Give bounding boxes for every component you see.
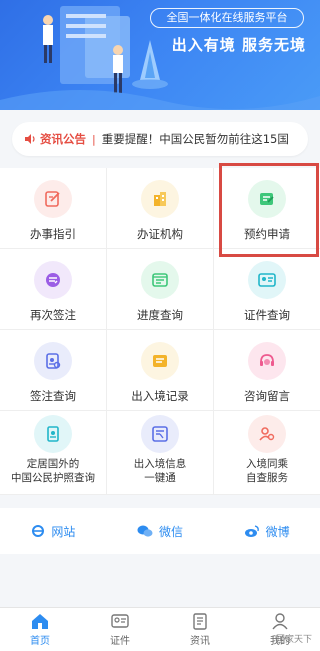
- card-icon: [111, 614, 129, 628]
- tab-news[interactable]: 资讯: [160, 608, 240, 651]
- building-icon: [141, 180, 179, 218]
- service-label: 出入境信息 一键通: [133, 458, 187, 484]
- tab-label: 首页: [30, 636, 50, 647]
- tab-label: 资讯: [190, 636, 210, 647]
- announcement-text[interactable]: 重要提醒！中国公民暂勿前往这15国: [102, 131, 289, 147]
- tab-label: 证件: [110, 636, 130, 647]
- official-links: 网站 微信 微博: [0, 508, 320, 554]
- link-weibo[interactable]: 微博: [213, 508, 320, 554]
- weibo-icon: [244, 525, 259, 537]
- service-label: 出入境记录: [131, 389, 189, 403]
- service-id-query[interactable]: 证件查询: [214, 249, 320, 329]
- service-label: 签注查询: [30, 389, 76, 403]
- service-label: 入境同乘 自查服务: [246, 458, 288, 484]
- headset-icon: [248, 342, 286, 380]
- banner-slogan: 出入有境 服务无境: [171, 36, 306, 54]
- watermark: 国家天下: [275, 635, 312, 645]
- service-visa-query[interactable]: 签注查询: [0, 330, 107, 410]
- info-hub-icon: [141, 415, 179, 453]
- top-banner[interactable]: 全国一体化在线服务平台 出入有境 服务无境: [0, 0, 320, 110]
- service-label: 咨询留言: [244, 389, 290, 403]
- service-consult[interactable]: 咨询留言: [214, 330, 320, 410]
- link-label: 微博: [265, 524, 290, 539]
- service-info-hub[interactable]: 出入境信息 一键通: [107, 411, 214, 494]
- service-record[interactable]: 出入境记录: [107, 330, 214, 410]
- passport-icon: [34, 415, 72, 453]
- speaker-icon: [25, 134, 35, 144]
- service-label: 进度查询: [137, 308, 183, 322]
- id-card-icon: [248, 261, 286, 299]
- service-label: 再次签注: [30, 308, 76, 322]
- people-search-icon: [248, 415, 286, 453]
- announcement-bar[interactable]: 资讯公告 | 重要提醒！中国公民暂勿前往这15国: [12, 122, 308, 156]
- service-revisa[interactable]: 再次签注: [0, 249, 107, 329]
- guide-edit-icon: [34, 180, 72, 218]
- progress-icon: [141, 261, 179, 299]
- announcement-separator: |: [92, 132, 96, 146]
- platform-tag: 全国一体化在线服务平台: [150, 8, 304, 28]
- user-icon: [272, 613, 288, 630]
- bottom-tab-bar: 首页 证件 资讯 我的: [0, 607, 320, 651]
- service-label: 办事指引: [30, 227, 76, 241]
- link-website[interactable]: 网站: [0, 508, 107, 554]
- visa-search-icon: [34, 342, 72, 380]
- tab-documents[interactable]: 证件: [80, 608, 160, 651]
- refresh-visa-icon: [34, 261, 72, 299]
- link-wechat[interactable]: 微信: [107, 508, 214, 554]
- service-progress[interactable]: 进度查询: [107, 249, 214, 329]
- service-co-passenger[interactable]: 入境同乘 自查服务: [214, 411, 320, 494]
- service-label: 定居国外的 中国公民护照查询: [11, 458, 95, 484]
- wechat-icon: [137, 525, 153, 537]
- home-icon: [32, 614, 48, 629]
- highlight-frame: [219, 163, 319, 257]
- service-guide[interactable]: 办事指引: [0, 168, 107, 248]
- service-office[interactable]: 办证机构: [107, 168, 214, 248]
- announcement-label: 资讯公告: [40, 132, 86, 146]
- service-passport-query[interactable]: 定居国外的 中国公民护照查询: [0, 411, 107, 494]
- service-label: 证件查询: [244, 308, 290, 322]
- link-label: 网站: [51, 524, 76, 539]
- tab-home[interactable]: 首页: [0, 608, 80, 651]
- service-label: 办证机构: [137, 227, 183, 241]
- record-icon: [141, 342, 179, 380]
- ie-browser-icon: [32, 525, 45, 537]
- link-label: 微信: [159, 524, 184, 539]
- news-icon: [193, 613, 207, 630]
